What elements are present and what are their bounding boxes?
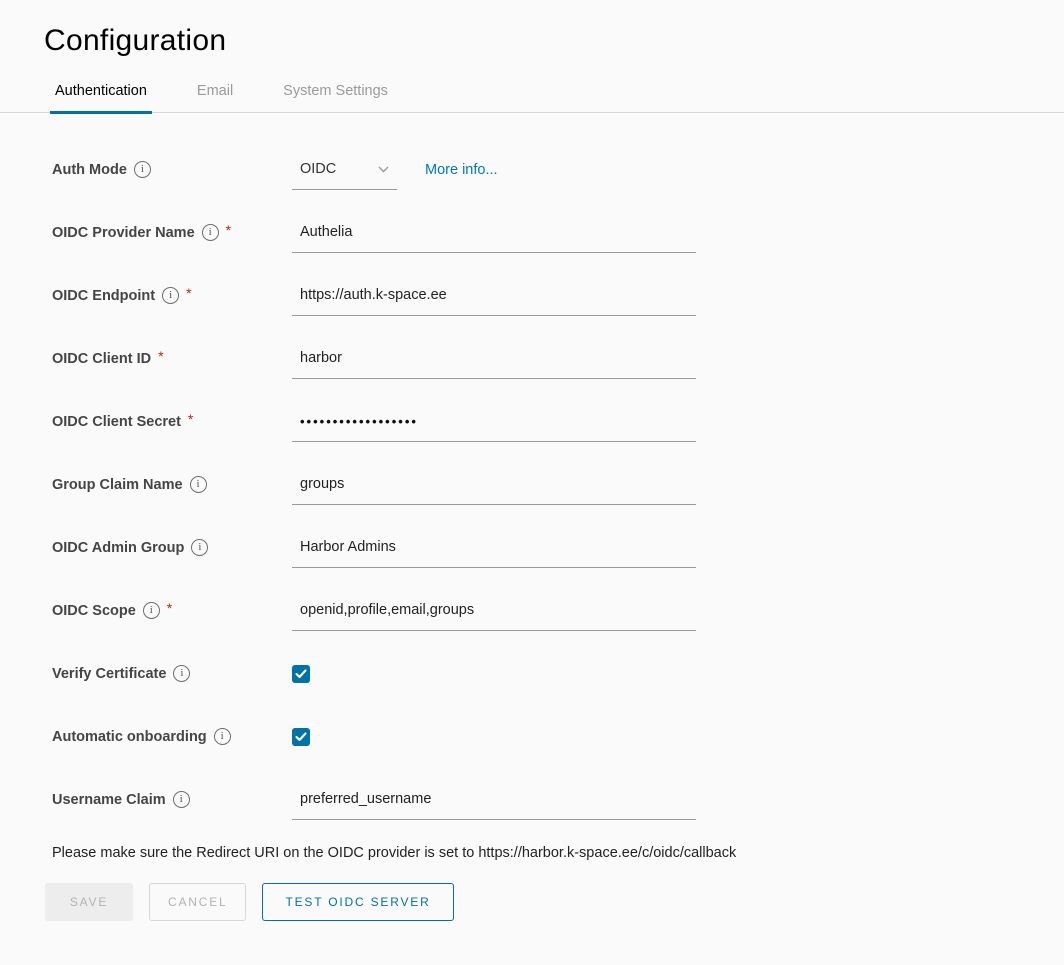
form-row-verify-certificate: Verify Certificate i <box>52 642 1064 705</box>
form-row-oidc-endpoint: OIDC Endpoint i * https://auth.k-space.ee <box>52 264 1064 327</box>
info-icon[interactable]: i <box>162 287 179 304</box>
tab-system-settings[interactable]: System Settings <box>278 79 393 112</box>
input-value: https://auth.k-space.ee <box>300 287 447 303</box>
field-label-cell: Group Claim Name i <box>52 476 292 493</box>
form-row-oidc-scope: OIDC Scope i * openid,profile,email,groups <box>52 579 1064 642</box>
field-label: OIDC Scope <box>52 603 136 619</box>
oidc-client-id-input[interactable]: harbor <box>292 339 696 379</box>
form-row-automatic-onboarding: Automatic onboarding i <box>52 705 1064 768</box>
info-icon[interactable]: i <box>190 476 207 493</box>
checkmark-icon <box>295 732 307 742</box>
oidc-client-secret-input[interactable]: •••••••••••••••••• <box>292 402 696 442</box>
required-asterisk: * <box>167 600 172 616</box>
input-value: openid,profile,email,groups <box>300 602 474 618</box>
required-asterisk: * <box>188 411 193 427</box>
test-oidc-server-button[interactable]: TEST OIDC SERVER <box>262 883 453 921</box>
form-row-auth-mode: Auth Mode i OIDC More info... <box>52 138 1064 201</box>
field-label: Automatic onboarding <box>52 729 207 745</box>
checkmark-icon <box>295 669 307 679</box>
field-label-cell: Automatic onboarding i <box>52 728 292 745</box>
field-label: OIDC Admin Group <box>52 540 184 556</box>
field-label: Verify Certificate <box>52 666 166 682</box>
automatic-onboarding-checkbox[interactable] <box>292 728 310 746</box>
input-value: preferred_username <box>300 791 431 807</box>
oidc-scope-input[interactable]: openid,profile,email,groups <box>292 591 696 631</box>
form-row-oidc-provider-name: OIDC Provider Name i * Authelia <box>52 201 1064 264</box>
more-info-link[interactable]: More info... <box>425 162 498 178</box>
username-claim-input[interactable]: preferred_username <box>292 780 696 820</box>
field-control: OIDC More info... <box>292 150 498 190</box>
field-control: Authelia <box>292 213 696 253</box>
field-control: openid,profile,email,groups <box>292 591 696 631</box>
field-label: Group Claim Name <box>52 477 183 493</box>
select-value: OIDC <box>300 161 336 177</box>
field-control: https://auth.k-space.ee <box>292 276 696 316</box>
chevron-down-icon <box>378 166 389 173</box>
required-asterisk: * <box>186 285 191 301</box>
field-control <box>292 665 310 683</box>
field-label: OIDC Client Secret <box>52 414 181 430</box>
oidc-admin-group-input[interactable]: Harbor Admins <box>292 528 696 568</box>
field-label-cell: OIDC Client ID * <box>52 351 292 367</box>
required-asterisk: * <box>158 348 163 364</box>
oidc-endpoint-input[interactable]: https://auth.k-space.ee <box>292 276 696 316</box>
info-icon[interactable]: i <box>134 161 151 178</box>
tab-email[interactable]: Email <box>192 79 238 112</box>
field-label-cell: OIDC Client Secret * <box>52 414 292 430</box>
field-control <box>292 728 310 746</box>
redirect-uri-note: Please make sure the Redirect URI on the… <box>52 845 1064 861</box>
field-label: OIDC Provider Name <box>52 225 195 241</box>
input-value: groups <box>300 476 344 492</box>
action-button-row: SAVE CANCEL TEST OIDC SERVER <box>45 883 1064 921</box>
field-control: groups <box>292 465 696 505</box>
form-row-oidc-client-id: OIDC Client ID * harbor <box>52 327 1064 390</box>
required-asterisk: * <box>226 222 231 238</box>
save-button[interactable]: SAVE <box>45 883 133 921</box>
auth-settings-form: Auth Mode i OIDC More info... OIDC Provider … <box>52 138 1064 831</box>
auth-mode-select[interactable]: OIDC <box>292 150 397 190</box>
form-row-oidc-admin-group: OIDC Admin Group i Harbor Admins <box>52 516 1064 579</box>
form-row-username-claim: Username Claim i preferred_username <box>52 768 1064 831</box>
field-label-cell: Auth Mode i <box>52 161 292 178</box>
field-label: OIDC Endpoint <box>52 288 155 304</box>
input-value: •••••••••••••••••• <box>300 414 418 429</box>
configuration-page: Configuration Authentication Email System … <box>0 0 1064 921</box>
input-value: Authelia <box>300 224 352 240</box>
info-icon[interactable]: i <box>173 791 190 808</box>
field-control: preferred_username <box>292 780 696 820</box>
field-control: harbor <box>292 339 696 379</box>
field-label-cell: OIDC Provider Name i * <box>52 224 292 241</box>
group-claim-name-input[interactable]: groups <box>292 465 696 505</box>
tab-bar: Authentication Email System Settings <box>0 79 1064 113</box>
field-label-cell: OIDC Endpoint i * <box>52 287 292 304</box>
field-label-cell: Username Claim i <box>52 791 292 808</box>
field-label-cell: OIDC Scope i * <box>52 602 292 619</box>
info-icon[interactable]: i <box>214 728 231 745</box>
field-label: Auth Mode <box>52 162 127 178</box>
info-icon[interactable]: i <box>173 665 190 682</box>
field-label: OIDC Client ID <box>52 351 151 367</box>
form-row-group-claim-name: Group Claim Name i groups <box>52 453 1064 516</box>
field-label: Username Claim <box>52 792 166 808</box>
info-icon[interactable]: i <box>143 602 160 619</box>
oidc-provider-name-input[interactable]: Authelia <box>292 213 696 253</box>
verify-certificate-checkbox[interactable] <box>292 665 310 683</box>
field-control: Harbor Admins <box>292 528 696 568</box>
cancel-button[interactable]: CANCEL <box>149 883 246 921</box>
info-icon[interactable]: i <box>191 539 208 556</box>
input-value: Harbor Admins <box>300 539 396 555</box>
field-control: •••••••••••••••••• <box>292 402 696 442</box>
page-title: Configuration <box>0 0 1064 58</box>
info-icon[interactable]: i <box>202 224 219 241</box>
tab-authentication[interactable]: Authentication <box>50 79 152 114</box>
field-label-cell: OIDC Admin Group i <box>52 539 292 556</box>
form-row-oidc-client-secret: OIDC Client Secret * •••••••••••••••••• <box>52 390 1064 453</box>
field-label-cell: Verify Certificate i <box>52 665 292 682</box>
input-value: harbor <box>300 350 342 366</box>
